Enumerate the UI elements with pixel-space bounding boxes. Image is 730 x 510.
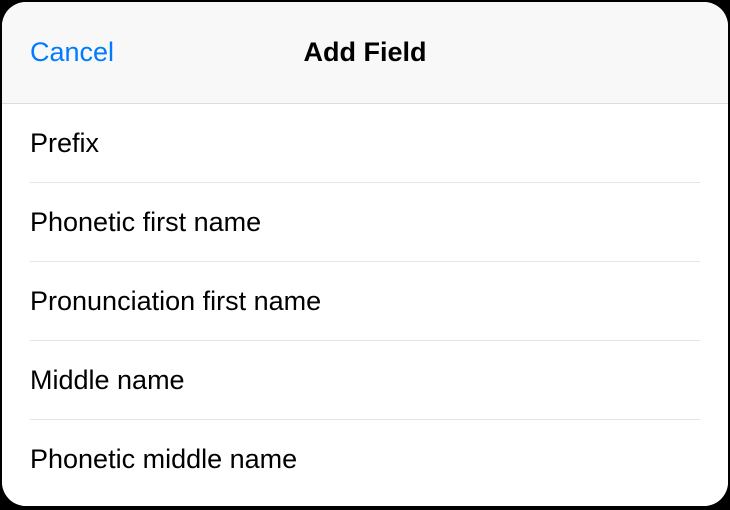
list-item-prefix[interactable]: Prefix bbox=[2, 104, 728, 183]
add-field-modal: Cancel Add Field Prefix Phonetic first n… bbox=[2, 2, 728, 506]
cancel-button[interactable]: Cancel bbox=[30, 37, 114, 68]
list-item-label: Phonetic middle name bbox=[30, 444, 297, 474]
list-item-label: Phonetic first name bbox=[30, 207, 261, 237]
list-item-pronunciation-first-name[interactable]: Pronunciation first name bbox=[2, 262, 728, 341]
modal-title: Add Field bbox=[304, 37, 427, 68]
list-item-label: Middle name bbox=[30, 365, 185, 395]
list-item-label: Prefix bbox=[30, 128, 99, 158]
list-item-phonetic-first-name[interactable]: Phonetic first name bbox=[2, 183, 728, 262]
modal-header: Cancel Add Field bbox=[2, 2, 728, 104]
list-item-phonetic-middle-name[interactable]: Phonetic middle name bbox=[2, 420, 728, 498]
field-list: Prefix Phonetic first name Pronunciation… bbox=[2, 104, 728, 506]
list-item-label: Pronunciation first name bbox=[30, 286, 321, 316]
list-item-middle-name[interactable]: Middle name bbox=[2, 341, 728, 420]
